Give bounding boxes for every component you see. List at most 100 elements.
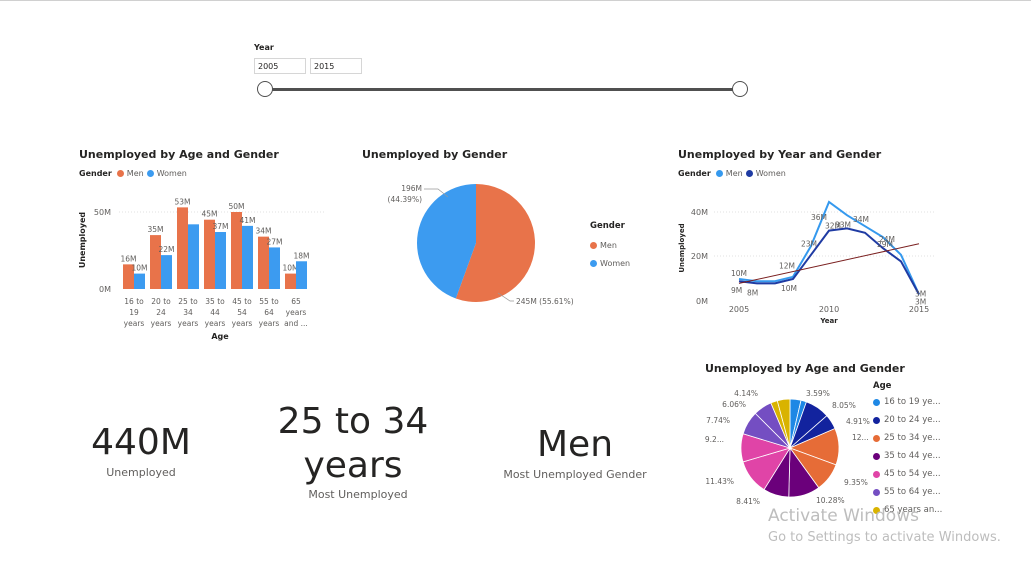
line-xtick: 2005 <box>729 305 749 314</box>
line-legend-men[interactable]: Men <box>726 169 743 178</box>
age-pie-chart: 4.14% 3.59% 6.06% 8.05% 7.74% 4.91% 9.2... 12..… <box>705 389 870 506</box>
line-legend-women[interactable]: Women <box>756 169 786 178</box>
bar-data-label: 41M <box>239 216 255 225</box>
gender-pie-legend-women[interactable]: Women <box>590 254 630 272</box>
line-data-label: 34M <box>853 215 869 224</box>
women-legend-dot <box>745 170 753 177</box>
bar-data-label: 22M <box>158 245 174 254</box>
bar-legend-women[interactable]: Women <box>157 169 187 178</box>
line-data-label: 36M <box>811 213 827 222</box>
bar-women[interactable] <box>242 225 253 289</box>
line-ytick: 0M <box>696 297 708 306</box>
bar-women[interactable] <box>188 224 199 289</box>
age-legend-item[interactable]: 25 to 34 ye... <box>873 429 942 447</box>
bar-xlabel: Age <box>211 332 229 341</box>
most-unemployed-age-value: 25 to 34 years <box>268 400 438 488</box>
age-legend-item[interactable]: 16 to 19 ye... <box>873 393 942 411</box>
line-data-label: 8M <box>747 288 758 297</box>
bar-data-label: 37M <box>212 222 228 231</box>
bar-legend-men[interactable]: Men <box>127 169 144 178</box>
bar-ytick: 0M <box>99 285 111 294</box>
bar-category-label: years <box>259 319 280 328</box>
bar-category-label: and ... <box>284 319 308 328</box>
line-ytick: 20M <box>691 252 708 261</box>
bar-chart-title: Unemployed by Age and Gender <box>79 148 279 161</box>
bar-ytick: 50M <box>94 208 111 217</box>
bar-data-label: 27M <box>266 237 282 246</box>
gender-pie-legend-title: Gender <box>590 221 625 231</box>
year-slider-start-handle[interactable] <box>257 81 273 97</box>
line-data-label: 24M <box>879 235 895 244</box>
age-legend-item[interactable]: 45 to 54 ye... <box>873 465 942 483</box>
men-legend-dot <box>116 170 124 177</box>
bar-category-label: 34 <box>183 308 193 317</box>
bar-women[interactable] <box>134 273 145 289</box>
year-slider-track[interactable] <box>265 88 740 91</box>
gender-pie-legend-women-label: Women <box>600 258 631 268</box>
most-unemployed-gender-label: Most Unemployed Gender <box>503 468 647 481</box>
age-legend-dot <box>873 488 880 496</box>
bar-category-label: years <box>205 319 226 328</box>
bar-chart: Unemployed 50M 0M Age 16M10M 16 to 19 years… <box>78 197 325 341</box>
year-slider-end-handle[interactable] <box>732 81 748 97</box>
age-legend-item[interactable]: 35 to 44 ye... <box>873 447 942 465</box>
age-pie-label: 12... <box>852 433 869 442</box>
bar-men[interactable] <box>150 235 161 289</box>
age-pie-label: 10.28% <box>816 496 845 505</box>
age-pie-label: 9.35% <box>844 478 868 487</box>
bar-men[interactable] <box>285 273 296 289</box>
year-end-input[interactable]: 2015 <box>310 58 362 74</box>
age-legend-label: 25 to 34 ye... <box>884 433 941 443</box>
bar-category-label: years <box>151 319 172 328</box>
line-chart: Unemployed 40M 20M 0M 2005 2010 2015 Yea… <box>678 200 934 325</box>
bar-category-label: 19 <box>129 308 139 317</box>
age-pie-label: 7.74% <box>706 416 730 425</box>
bar-women[interactable] <box>161 255 172 289</box>
line-data-label: 12M <box>779 261 795 270</box>
women-pct-label: (44.39%) <box>388 195 423 204</box>
bar-category-label: years <box>286 308 307 317</box>
age-pie-label: 4.91% <box>846 417 870 426</box>
age-legend-label: 45 to 54 ye... <box>884 469 941 479</box>
activate-windows-subtext: Go to Settings to activate Windows. <box>768 530 1001 545</box>
age-legend-label: 16 to 19 ye... <box>884 397 941 407</box>
age-pie-label: 9.2... <box>705 435 724 444</box>
gender-pie-chart: 196M (44.39%) 245M (55.61%) <box>388 184 574 306</box>
bar-men[interactable] <box>177 207 188 289</box>
age-legend-item[interactable]: 55 to 64 ye... <box>873 483 942 501</box>
line-data-label: 9M <box>731 286 742 295</box>
gender-pie-legend-men[interactable]: Men <box>590 236 630 254</box>
age-pie-legend: Age 16 to 19 ye... 20 to 24 ye... 25 to … <box>873 381 942 519</box>
bar-category-label: years <box>124 319 145 328</box>
age-pie-legend-title: Age <box>873 381 892 391</box>
year-slicer-title: Year <box>254 43 274 52</box>
men-pie-label: 245M (55.61%) <box>516 297 574 306</box>
line-data-label: 3M <box>915 297 926 306</box>
bar-data-label: 34M <box>255 227 271 236</box>
age-legend-item[interactable]: 20 to 24 ye... <box>873 411 942 429</box>
bar-women[interactable] <box>269 247 280 289</box>
year-start-input[interactable]: 2005 <box>254 58 306 74</box>
age-legend-dot <box>873 470 880 478</box>
total-unemployed-value: 440M <box>91 422 191 463</box>
bar-category-label: 24 <box>156 308 166 317</box>
most-unemployed-gender-value: Men <box>536 424 614 465</box>
age-legend-dot <box>873 398 880 406</box>
bar-data-label: 50M <box>228 202 244 211</box>
bar-women[interactable] <box>296 261 307 289</box>
line-data-label: 10M <box>781 284 797 293</box>
men-legend-dot <box>590 241 597 249</box>
bar-data-label: 53M <box>174 197 190 206</box>
bar-data-label: 16M <box>120 254 136 263</box>
bar-data-label: 45M <box>201 210 217 219</box>
line-xtick: 2010 <box>819 305 839 314</box>
activate-windows-watermark: Activate Windows <box>768 506 919 526</box>
bar-chart-legend: Gender Men Women <box>79 169 187 178</box>
bar-category-label: 55 to <box>259 297 279 306</box>
bar-category-label: years <box>232 319 253 328</box>
trend-line <box>738 243 920 284</box>
most-unemployed-age-line2: years <box>303 445 403 486</box>
bar-women[interactable] <box>215 232 226 289</box>
line-chart-title: Unemployed by Year and Gender <box>678 148 882 161</box>
line-data-label: 10M <box>731 269 747 278</box>
